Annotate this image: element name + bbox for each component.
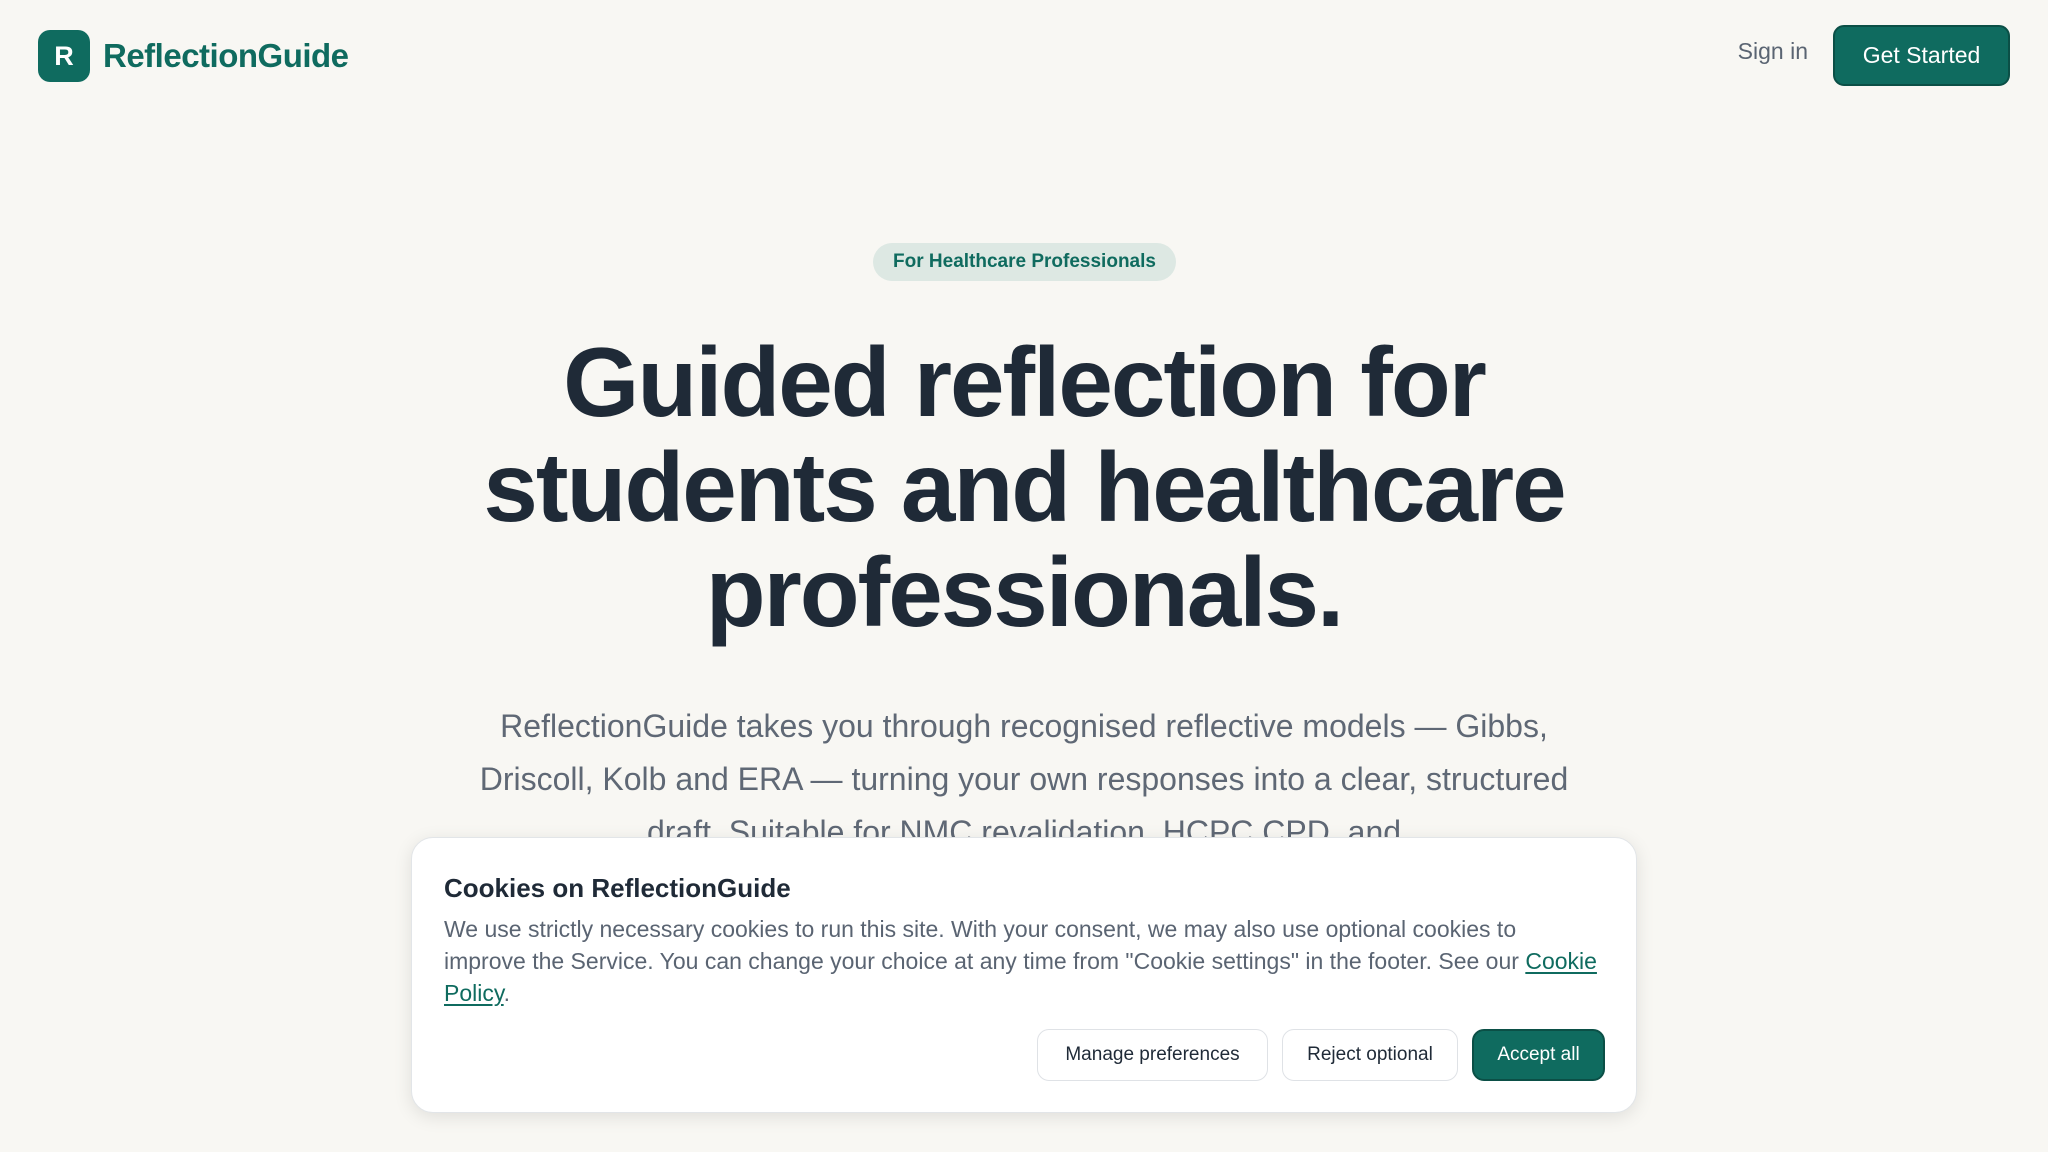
- cookie-banner-text-end: .: [503, 980, 511, 1006]
- site-header: R ReflectionGuide Sign in Get Started: [0, 0, 2048, 112]
- accept-all-button[interactable]: Accept all: [1472, 1029, 1605, 1081]
- cookie-banner-title: Cookies on ReflectionGuide: [444, 873, 791, 903]
- hero-subtitle: ReflectionGuide takes you through recogn…: [479, 708, 1569, 842]
- cookie-banner-text: We use strictly necessary cookies to run…: [444, 913, 1604, 1009]
- sign-in-link[interactable]: Sign in: [1738, 38, 1808, 65]
- cookie-banner-actions: Manage preferences Reject optional Accep…: [1037, 1029, 1605, 1081]
- manage-preferences-button[interactable]: Manage preferences: [1037, 1029, 1268, 1081]
- cookie-banner-body: We use strictly necessary cookies to run…: [444, 916, 1526, 974]
- hero-title: Guided reflection for students and healt…: [483, 327, 1566, 647]
- audience-badge: For Healthcare Professionals: [873, 243, 1176, 281]
- logo-mark-icon: R: [38, 30, 90, 82]
- get-started-button[interactable]: Get Started: [1833, 25, 2010, 86]
- brand-name: ReflectionGuide: [103, 37, 349, 74]
- cookie-banner: Cookies on ReflectionGuide We use strict…: [411, 837, 1637, 1113]
- brand-logo-link[interactable]: R ReflectionGuide: [38, 30, 349, 82]
- reject-optional-button[interactable]: Reject optional: [1282, 1029, 1458, 1081]
